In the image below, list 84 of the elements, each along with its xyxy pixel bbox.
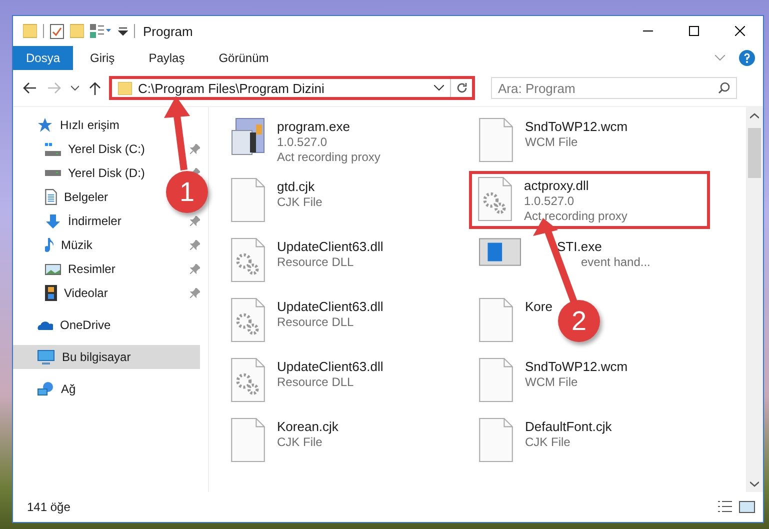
folder-icon: [118, 82, 132, 94]
search-field[interactable]: Ara: Program: [491, 77, 737, 99]
document-icon: [45, 189, 57, 205]
address-bar[interactable]: C:\Program Files\Program Dizini: [109, 76, 475, 100]
minimize-icon: [643, 30, 653, 32]
network-icon: [37, 382, 54, 396]
file-item[interactable]: Korean.cjk CJK File: [227, 415, 342, 465]
ribbon-tab[interactable]: Görünüm: [202, 46, 286, 70]
sidebar-item[interactable]: Resimler: [13, 257, 120, 281]
picture-icon: [45, 264, 61, 274]
download-arrow-icon: [45, 214, 61, 228]
gear-file-icon: [478, 177, 512, 221]
checklist-icon[interactable]: [50, 24, 64, 38]
maximize-icon: [689, 26, 699, 36]
sidebar-item[interactable]: Bu bilgisayar: [13, 345, 200, 369]
dropdown-icon[interactable]: [434, 85, 444, 91]
application-icon: [231, 118, 265, 155]
help-icon[interactable]: [739, 50, 755, 66]
up-arrow-icon: [89, 81, 101, 95]
file-item[interactable]: gtd.cjk CJK File: [227, 175, 326, 225]
ribbon-tab[interactable]: Giriş: [73, 46, 132, 70]
music-note-icon: [45, 238, 54, 252]
chevron-down-icon: [71, 85, 79, 91]
ribbon-tab[interactable]: Paylaş: [132, 46, 202, 70]
recent-locations-button[interactable]: [69, 83, 81, 93]
pin-icon[interactable]: [190, 144, 200, 154]
monitor-icon: [37, 350, 55, 364]
sidebar-item[interactable]: Yerel Disk (C:): [13, 137, 149, 161]
details-view-icon[interactable]: [717, 501, 733, 512]
back-arrow-icon: [23, 82, 37, 94]
scrollbar[interactable]: [746, 107, 763, 492]
drive-icon: [45, 170, 61, 176]
window-icon: [479, 238, 521, 266]
forward-arrow-icon: [47, 82, 61, 94]
properties-icon[interactable]: [90, 24, 112, 38]
scrollbar-thumb[interactable]: [748, 128, 761, 178]
star-icon: [37, 117, 53, 133]
address-path: C:\Program Files\Program Dizini: [138, 80, 326, 96]
item-count: 141 öğe: [27, 500, 70, 514]
pin-icon[interactable]: [190, 288, 200, 298]
film-icon: [45, 285, 57, 301]
file-item[interactable]: STI.exe event hand...: [475, 235, 654, 272]
scroll-up-icon[interactable]: [750, 112, 759, 118]
sidebar-item[interactable]: İndirmeler: [13, 209, 126, 233]
file-item[interactable]: UpdateClient63.dll Resource DLL: [227, 235, 388, 285]
customize-toolbar-icon[interactable]: [118, 26, 128, 36]
expand-ribbon-icon[interactable]: [715, 55, 725, 61]
file-icon: [479, 418, 513, 462]
window-title: Program: [143, 24, 193, 38]
file-item[interactable]: UpdateClient63.dll Resource DLL: [227, 355, 388, 405]
scroll-down-icon[interactable]: [750, 480, 759, 486]
file-icon: [479, 358, 513, 402]
pin-icon[interactable]: [190, 216, 200, 226]
ribbon-tab[interactable]: Dosya: [13, 46, 74, 70]
back-button[interactable]: [21, 80, 39, 96]
file-item[interactable]: SndToWP12.wcm WCM File: [475, 355, 632, 405]
file-icon: [231, 178, 265, 222]
refresh-icon: [456, 82, 468, 94]
gear-file-icon: [231, 238, 265, 282]
file-item[interactable]: Kore: [475, 295, 556, 345]
close-icon: [735, 26, 745, 36]
pin-icon[interactable]: [190, 264, 200, 274]
sidebar-item[interactable]: Yerel Disk (D:): [13, 161, 149, 185]
file-icon: [479, 118, 513, 162]
search-icon: [718, 82, 730, 94]
sidebar-item[interactable]: Videolar: [13, 281, 112, 305]
file-icon: [479, 298, 513, 342]
sidebar-item[interactable]: OneDrive: [13, 313, 115, 337]
file-item[interactable]: SndToWP12.wcm WCM File: [475, 115, 632, 165]
sidebar-item[interactable]: Belgeler: [13, 185, 112, 209]
file-item[interactable]: DefaultFont.cjk CJK File: [475, 415, 616, 465]
gear-file-icon: [231, 358, 265, 402]
large-icons-view-icon[interactable]: [739, 501, 755, 513]
sidebar-item[interactable]: Ağ: [13, 377, 80, 401]
sidebar-item[interactable]: Hızlı erişim: [13, 113, 124, 137]
drive-icon: [45, 142, 61, 156]
sidebar-item[interactable]: Müzik: [13, 233, 96, 257]
file-item[interactable]: program.exe 1.0.527.0 Act recording proxy: [227, 115, 384, 167]
pin-icon[interactable]: [190, 240, 200, 250]
file-item[interactable]: UpdateClient63.dll Resource DLL: [227, 295, 388, 345]
gear-file-icon: [231, 298, 265, 342]
cloud-icon: [37, 320, 53, 330]
file-icon: [231, 418, 265, 462]
file-item[interactable]: actproxy.dll 1.0.527.0 Act recording proxy: [469, 171, 710, 229]
